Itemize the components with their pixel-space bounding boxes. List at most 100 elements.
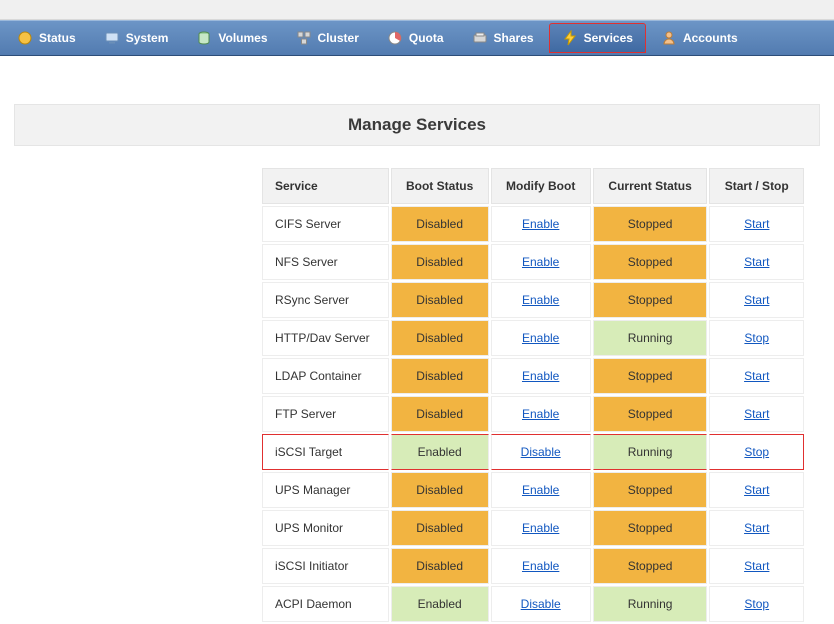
tab-accounts[interactable]: Accounts	[648, 23, 751, 53]
service-name: iSCSI Target	[262, 434, 389, 470]
tab-label: Quota	[409, 31, 444, 45]
current-status: Stopped	[593, 244, 708, 280]
stop-link[interactable]: Stop	[744, 445, 769, 459]
service-name: ACPI Daemon	[262, 586, 389, 622]
start-stop-cell: Stop	[709, 320, 804, 356]
current-status: Running	[593, 320, 708, 356]
boot-status: Enabled	[391, 586, 489, 622]
enable-link[interactable]: Enable	[522, 293, 559, 307]
tab-label: Shares	[494, 31, 534, 45]
modify-boot-cell: Enable	[491, 396, 591, 432]
start-link[interactable]: Start	[744, 369, 769, 383]
boot-status: Disabled	[391, 206, 489, 242]
table-row: UPS ManagerDisabled Enable Stopped Start	[262, 472, 804, 508]
tab-label: Cluster	[318, 31, 359, 45]
table-row: UPS MonitorDisabled Enable Stopped Start	[262, 510, 804, 546]
boot-status: Enabled	[391, 434, 489, 470]
table-row: FTP ServerDisabledEnableStoppedStart	[262, 396, 804, 432]
modify-boot-cell: Enable	[491, 548, 591, 584]
table-row: LDAP ContainerDisabled Enable Stopped Start	[262, 358, 804, 394]
tab-shares[interactable]: Shares	[459, 23, 547, 53]
start-link[interactable]: Start	[744, 255, 769, 269]
tab-label: Accounts	[683, 31, 738, 45]
boot-status: Disabled	[391, 320, 489, 356]
service-name: CIFS Server	[262, 206, 389, 242]
boot-status: Disabled	[391, 472, 489, 508]
col-boot-status: Boot Status	[391, 168, 489, 204]
tab-services[interactable]: Services	[549, 23, 646, 53]
enable-link[interactable]: Enable	[522, 331, 559, 345]
page-body: Manage Services Service Boot Status Modi…	[0, 56, 834, 624]
boot-status: Disabled	[391, 548, 489, 584]
current-status: Stopped	[593, 282, 708, 318]
table-row: iSCSI TargetEnabledDisableRunningStop	[262, 434, 804, 470]
service-name: LDAP Container	[262, 358, 389, 394]
start-stop-cell: Start	[709, 472, 804, 508]
service-name: iSCSI Initiator	[262, 548, 389, 584]
services-icon	[562, 30, 578, 46]
modify-boot-cell: Enable	[491, 244, 591, 280]
boot-status: Disabled	[391, 510, 489, 546]
service-name: UPS Manager	[262, 472, 389, 508]
tab-status[interactable]: Status	[4, 23, 89, 53]
enable-link[interactable]: Enable	[522, 369, 559, 383]
boot-status: Disabled	[391, 244, 489, 280]
modify-boot-cell: Enable	[491, 282, 591, 318]
tab-cluster[interactable]: Cluster	[283, 23, 372, 53]
service-name: NFS Server	[262, 244, 389, 280]
start-link[interactable]: Start	[744, 521, 769, 535]
service-name: FTP Server	[262, 396, 389, 432]
start-link[interactable]: Start	[744, 559, 769, 573]
current-status: Stopped	[593, 510, 708, 546]
col-current-status: Current Status	[593, 168, 708, 204]
boot-status: Disabled	[391, 358, 489, 394]
modify-boot-cell: Disable	[491, 586, 591, 622]
accounts-icon	[661, 30, 677, 46]
start-stop-cell: Start	[709, 244, 804, 280]
start-link[interactable]: Start	[744, 483, 769, 497]
service-name: RSync Server	[262, 282, 389, 318]
boot-status: Disabled	[391, 396, 489, 432]
modify-boot-cell: Enable	[491, 320, 591, 356]
current-status: Stopped	[593, 548, 708, 584]
services-table: Service Boot Status Modify Boot Current …	[260, 166, 806, 624]
enable-link[interactable]: Enable	[522, 559, 559, 573]
tab-label: Services	[584, 31, 633, 45]
enable-link[interactable]: Enable	[522, 521, 559, 535]
tab-label: Volumes	[218, 31, 267, 45]
current-status: Running	[593, 586, 708, 622]
current-status: Stopped	[593, 472, 708, 508]
modify-boot-cell: Enable	[491, 472, 591, 508]
enable-link[interactable]: Enable	[522, 407, 559, 421]
start-link[interactable]: Start	[744, 217, 769, 231]
page-title: Manage Services	[14, 104, 820, 146]
enable-link[interactable]: Enable	[522, 483, 559, 497]
cluster-icon	[296, 30, 312, 46]
tab-quota[interactable]: Quota	[374, 23, 457, 53]
start-link[interactable]: Start	[744, 407, 769, 421]
modify-boot-cell: Disable	[491, 434, 591, 470]
status-icon	[17, 30, 33, 46]
tab-label: System	[126, 31, 169, 45]
system-icon	[104, 30, 120, 46]
start-stop-cell: Start	[709, 510, 804, 546]
table-header-row: Service Boot Status Modify Boot Current …	[262, 168, 804, 204]
table-row: iSCSI InitiatorDisabled Enable Stopped Star…	[262, 548, 804, 584]
current-status: Stopped	[593, 358, 708, 394]
start-link[interactable]: Start	[744, 293, 769, 307]
enable-link[interactable]: Enable	[522, 217, 559, 231]
volumes-icon	[196, 30, 212, 46]
enable-link[interactable]: Enable	[522, 255, 559, 269]
stop-link[interactable]: Stop	[744, 331, 769, 345]
disable-link[interactable]: Disable	[521, 445, 561, 459]
disable-link[interactable]: Disable	[521, 597, 561, 611]
quota-icon	[387, 30, 403, 46]
start-stop-cell: Start	[709, 282, 804, 318]
table-row: NFS ServerDisabled Enable Stopped Start	[262, 244, 804, 280]
service-name: UPS Monitor	[262, 510, 389, 546]
window-top-strip	[0, 0, 834, 20]
stop-link[interactable]: Stop	[744, 597, 769, 611]
tab-system[interactable]: System	[91, 23, 182, 53]
col-service: Service	[262, 168, 389, 204]
tab-volumes[interactable]: Volumes	[183, 23, 280, 53]
